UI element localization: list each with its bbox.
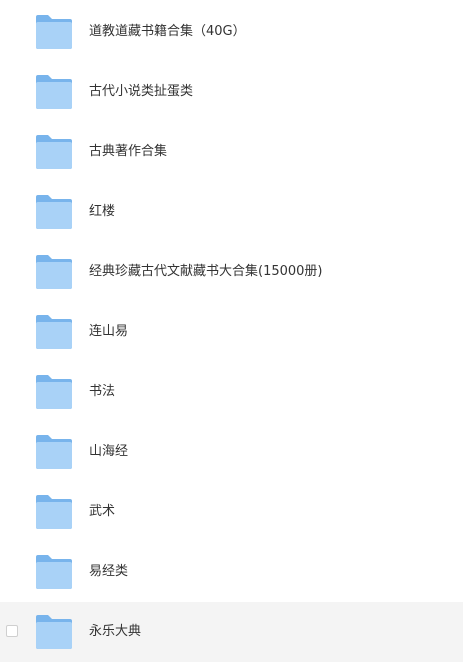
file-row[interactable]: 道教道藏书籍合集（40G） [0,2,463,62]
file-row[interactable]: 易经类 [0,542,463,602]
file-list: 道教道藏书籍合集（40G） 古代小说类扯蛋类 古典著作合集 红楼 经典珍藏古代文… [0,0,463,665]
file-name[interactable]: 红楼 [89,203,115,221]
file-name[interactable]: 武术 [89,503,115,521]
folder-icon [36,135,72,169]
file-row[interactable]: 红楼 [0,182,463,242]
folder-icon [36,495,72,529]
file-row[interactable]: 古典著作合集 [0,122,463,182]
file-row[interactable]: 古代小说类扯蛋类 [0,62,463,122]
folder-icon [36,15,72,49]
folder-icon [36,375,72,409]
file-name[interactable]: 连山易 [89,323,128,341]
file-row[interactable]: 武术 [0,482,463,542]
file-name[interactable]: 永乐大典 [89,623,141,641]
folder-icon [36,315,72,349]
folder-icon [36,555,72,589]
file-row[interactable]: 经典珍藏古代文献藏书大合集(15000册) [0,242,463,302]
folder-icon [36,435,72,469]
folder-icon [36,255,72,289]
file-name[interactable]: 古代小说类扯蛋类 [89,83,193,101]
file-row[interactable]: 连山易 [0,302,463,362]
file-name[interactable]: 经典珍藏古代文献藏书大合集(15000册) [89,263,323,281]
file-name[interactable]: 书法 [89,383,115,401]
file-row[interactable]: 书法 [0,362,463,422]
file-name[interactable]: 道教道藏书籍合集（40G） [89,23,246,41]
folder-icon [36,75,72,109]
folder-icon [36,615,72,649]
file-name[interactable]: 易经类 [89,563,128,581]
file-name[interactable]: 古典著作合集 [89,143,167,161]
file-row[interactable]: 永乐大典 [0,602,463,662]
folder-icon [36,195,72,229]
file-name[interactable]: 山海经 [89,443,128,461]
file-row[interactable]: 山海经 [0,422,463,482]
select-checkbox[interactable] [6,625,18,637]
